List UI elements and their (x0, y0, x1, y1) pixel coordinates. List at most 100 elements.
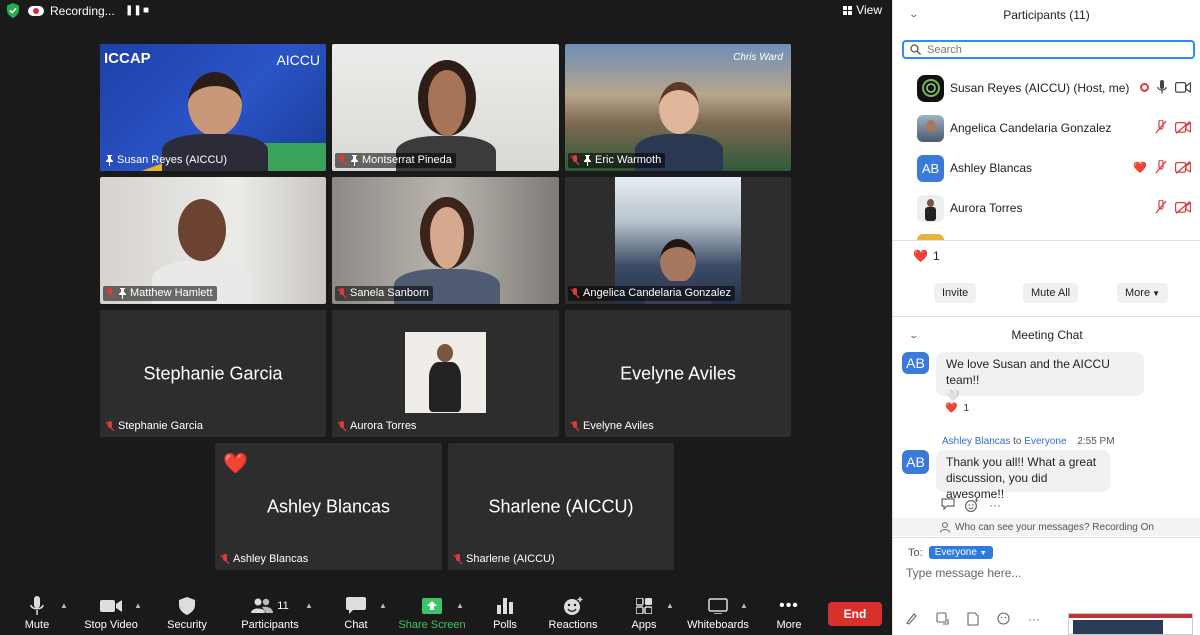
video-off-icon[interactable] (1175, 200, 1191, 214)
avatar: AB (902, 352, 929, 374)
chevron-down-icon: ▼ (1152, 289, 1160, 298)
reactions-button[interactable]: Reactions (548, 596, 598, 631)
collapse-chevron-icon[interactable]: ⌄ (908, 9, 919, 20)
search-icon (910, 44, 921, 55)
encryption-shield-icon[interactable] (6, 3, 20, 18)
participant-search-input[interactable]: Search (902, 40, 1195, 59)
invite-button[interactable]: Invite (934, 283, 977, 303)
participants-button[interactable]: 11 Participants (241, 596, 299, 631)
chat-message-input[interactable]: Type message here... (906, 566, 1021, 580)
end-meeting-button[interactable]: End (828, 602, 882, 626)
participant-row[interactable]: AB Ashley Blancas ❤️ (893, 148, 1200, 188)
reaction-count: 1 (932, 249, 940, 263)
meeting-toolbar: Mute ▲ Stop Video ▲ Security 11 Particip… (0, 592, 892, 635)
screenshot-icon[interactable] (936, 612, 949, 625)
more-dots-icon[interactable]: ··· (989, 498, 1001, 512)
mic-muted-icon[interactable] (1155, 200, 1167, 214)
video-feed: ICCAP AICCU (100, 44, 326, 171)
recording-indicator[interactable]: Recording... (28, 2, 115, 20)
mic-muted-icon (453, 554, 463, 565)
cloud-recording-icon (28, 6, 44, 16)
recipient-dropdown[interactable]: Everyone ▼ (928, 546, 993, 559)
video-options-caret[interactable]: ▲ (134, 601, 142, 610)
video-tile-montserrat-pineda[interactable]: Montserrat Pineda (332, 44, 559, 171)
add-reaction-icon[interactable] (965, 498, 979, 512)
screen-share-thumbnail[interactable] (1068, 613, 1193, 635)
heart-reaction-icon: ❤️ (1133, 161, 1147, 174)
video-tile-sharlene[interactable]: Sharlene (AICCU) Sharlene (AICCU) (448, 443, 674, 570)
video-camera-icon[interactable] (1175, 81, 1191, 93)
chat-message: Thank you all!! What a great discussion,… (936, 450, 1110, 501)
participant-figure (660, 239, 696, 283)
video-feed (615, 177, 741, 304)
video-tile-eric-warmoth[interactable]: Chris Ward Eric Warmoth (565, 44, 791, 171)
mute-options-caret[interactable]: ▲ (60, 601, 68, 610)
participant-row[interactable]: Aurora Torres (893, 188, 1200, 228)
video-off-icon[interactable] (1175, 120, 1191, 134)
chat-button[interactable]: Chat (343, 596, 369, 631)
mute-all-button[interactable]: Mute All (1023, 283, 1079, 303)
share-screen-button[interactable]: Share Screen (398, 596, 466, 631)
mic-muted-icon[interactable] (1155, 160, 1167, 174)
microphone-icon[interactable] (1157, 80, 1167, 94)
more-options-button[interactable]: More ▼ (1117, 283, 1168, 303)
emoji-icon[interactable] (997, 612, 1010, 625)
video-tile-stephanie-garcia[interactable]: Stephanie Garcia Stephanie Garcia (100, 310, 326, 437)
avatar (917, 74, 944, 102)
format-text-icon[interactable] (905, 612, 918, 625)
avatar: AB (917, 154, 944, 182)
sender-name[interactable]: Ashley Blancas (942, 436, 1010, 447)
collapse-chevron-icon[interactable]: ⌄ (908, 330, 919, 341)
pause-recording-button[interactable]: ❚❚ (125, 4, 142, 18)
participants-count: 11 (277, 600, 289, 612)
video-tile-susan-reyes[interactable]: ICCAP AICCU Susan Reyes (AICCU) (100, 44, 326, 171)
share-options-caret[interactable]: ▲ (456, 601, 464, 610)
more-dots-icon[interactable]: ··· (1028, 612, 1040, 626)
more-button[interactable]: ••• More (776, 596, 802, 631)
more-dots-icon: ••• (779, 597, 799, 614)
view-button[interactable]: View (843, 3, 882, 17)
avatar (917, 114, 944, 142)
participant-row[interactable]: Angelica Candelaria Gonzalez (893, 108, 1200, 148)
video-tile-matthew-hamlett[interactable]: Matthew Hamlett (100, 177, 326, 304)
file-attach-icon[interactable] (967, 612, 979, 626)
stop-recording-button[interactable]: ■ (143, 4, 149, 18)
chat-visibility-notice[interactable]: Who can see your messages? Recording On (893, 518, 1200, 536)
tile-name-label: Angelica Candelaria Gonzalez (568, 286, 735, 301)
reply-thread-icon[interactable] (941, 498, 955, 510)
tile-name-label: Sharlene (AICCU) (451, 552, 559, 567)
polls-button[interactable]: Polls (492, 596, 518, 631)
video-tile-ashley-blancas[interactable]: ❤️ Ashley Blancas Ashley Blancas (215, 443, 442, 570)
tile-center-name: Evelyne Aviles (620, 363, 736, 383)
participant-figure (178, 199, 226, 261)
participants-options-caret[interactable]: ▲ (305, 601, 313, 610)
mic-muted-icon[interactable] (1155, 120, 1167, 134)
tile-name-label: Ashley Blancas (218, 552, 312, 567)
video-tile-evelyne-aviles[interactable]: Evelyne Aviles Evelyne Aviles (565, 310, 791, 437)
recipient-selector-row: To: Everyone ▼ (908, 546, 993, 559)
recipient-name: Everyone (1024, 436, 1067, 447)
apps-options-caret[interactable]: ▲ (666, 601, 674, 610)
whiteboard-icon (708, 598, 728, 614)
mic-muted-icon (337, 155, 347, 166)
security-button[interactable]: Security (167, 596, 207, 631)
mute-button[interactable]: Mute (22, 596, 52, 631)
whiteboards-options-caret[interactable]: ▲ (740, 601, 748, 610)
video-tile-angelica-candelaria-gonzalez[interactable]: Angelica Candelaria Gonzalez (565, 177, 791, 304)
stop-video-button[interactable]: Stop Video (84, 596, 138, 631)
pin-icon (106, 155, 113, 166)
video-tile-aurora-torres[interactable]: Aurora Torres (332, 310, 559, 437)
participant-row[interactable]: Susan Reyes (AICCU) (Host, me) (893, 68, 1200, 108)
polls-icon (497, 598, 513, 614)
video-feed (332, 177, 559, 304)
message-reaction[interactable]: ❤️ 1 (945, 403, 969, 414)
video-tile-sanela-sanborn[interactable]: Sanela Sanborn (332, 177, 559, 304)
video-off-icon[interactable] (1175, 160, 1191, 174)
mic-muted-icon (105, 421, 115, 432)
reactions-smiley-icon (564, 597, 583, 615)
chat-options-caret[interactable]: ▲ (379, 601, 387, 610)
tile-center-name: Stephanie Garcia (143, 363, 283, 383)
apps-button[interactable]: Apps (630, 596, 658, 631)
video-feed (405, 332, 486, 413)
security-shield-icon (179, 597, 195, 615)
